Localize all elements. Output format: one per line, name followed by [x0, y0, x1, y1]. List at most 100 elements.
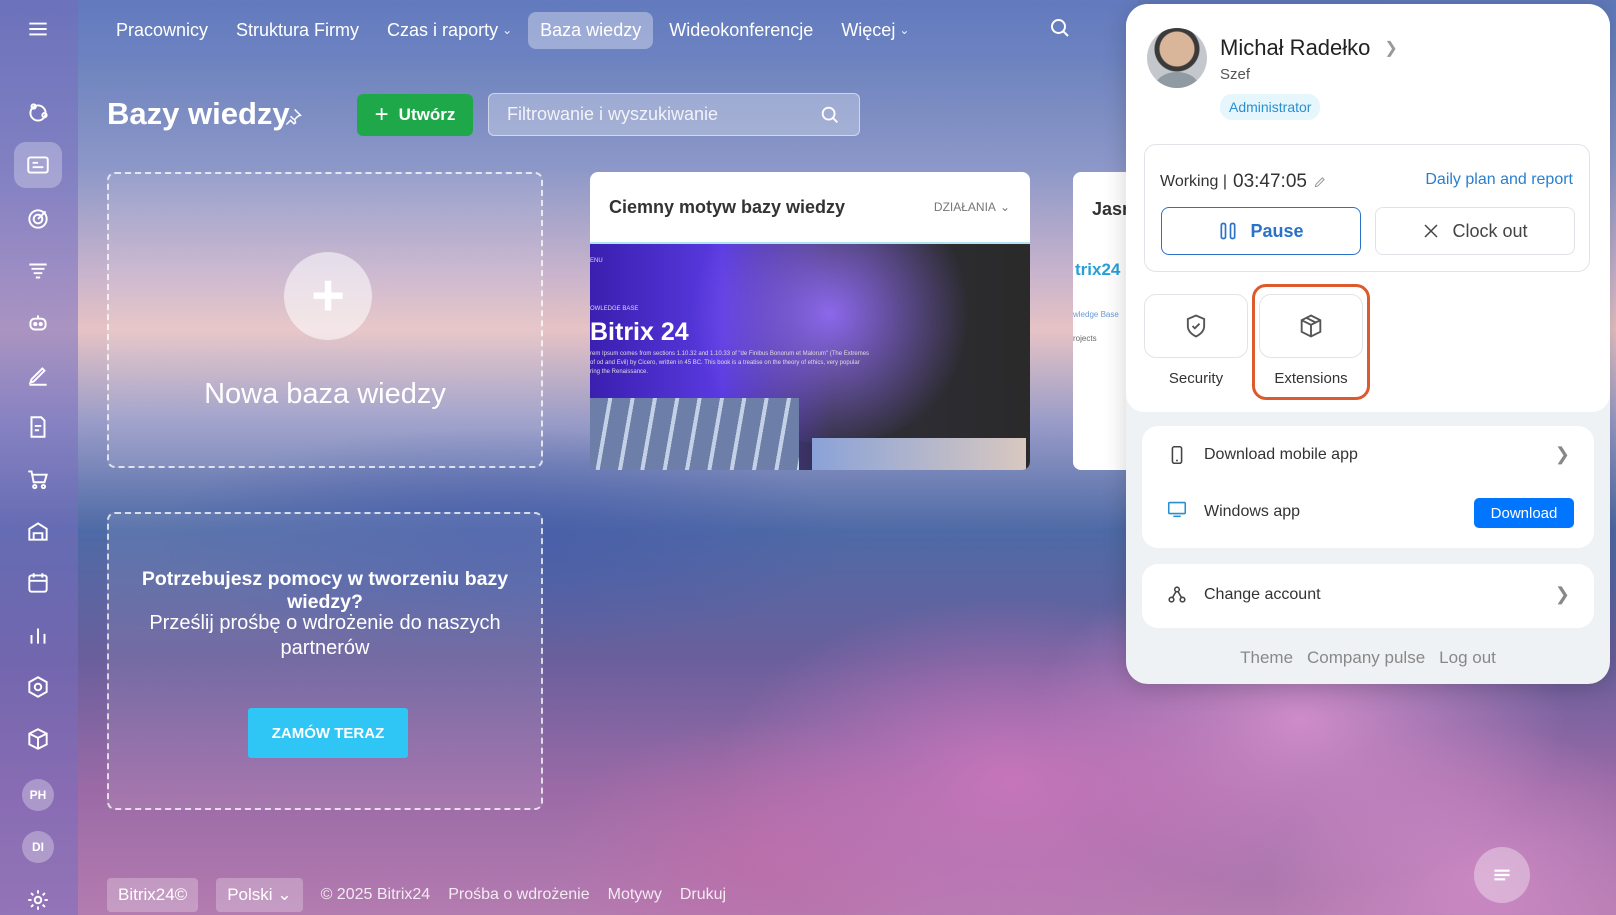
avatar[interactable]: PH — [22, 779, 54, 811]
language-label: Polski — [227, 885, 273, 904]
panel-footer-links: Theme Company pulse Log out — [1126, 648, 1610, 668]
pause-label: Pause — [1250, 220, 1304, 241]
copyright: © 2025 Bitrix24 — [320, 886, 431, 903]
new-knowledge-base-card[interactable]: + Nowa baza wiedzy — [107, 172, 543, 468]
filter-icon[interactable] — [14, 248, 62, 294]
profile-panel: Michał Radełko ❯ Szef Administrator Work… — [1126, 4, 1610, 684]
card-title: Ciemny motyw bazy wiedzy — [609, 196, 846, 217]
gear-icon[interactable] — [14, 877, 62, 915]
clock-out-button[interactable]: Clock out — [1375, 207, 1575, 255]
box-icon[interactable] — [14, 716, 62, 762]
footer-link-print[interactable]: Drukuj — [680, 886, 726, 904]
chat-icon — [1494, 869, 1510, 881]
user-name: Michał Radełko — [1220, 35, 1371, 60]
footer: Bitrix24© Polski ⌄ © 2025 Bitrix24 Prośb… — [107, 878, 726, 912]
nav-label: Wideokonferencje — [669, 19, 814, 40]
nav-item-wideokonferencje[interactable]: Wideokonferencje — [657, 12, 825, 49]
nav-item-baza-wiedzy[interactable]: Baza wiedzy — [528, 11, 654, 49]
change-account-row[interactable]: Change account ❯ — [1142, 564, 1594, 628]
help-text: Prześlij prośbę o wdrożenie do naszych p… — [149, 612, 501, 659]
plus-icon: + — [374, 101, 389, 128]
highlight-box — [1252, 284, 1370, 400]
pen-icon[interactable] — [14, 352, 62, 398]
preview-menu: ENU — [590, 258, 603, 264]
chevron-right-icon: ❯ — [1554, 584, 1570, 604]
knowledge-icon[interactable] — [14, 142, 62, 188]
nav-label: Pracownicy — [116, 19, 209, 40]
create-button-label: Utwórz — [398, 105, 456, 124]
knowledge-base-card[interactable]: Ciemny motyw bazy wiedzy DZIAŁANIA ⌄ ENU … — [590, 172, 1030, 470]
nav-item-pracownicy[interactable]: Pracownicy — [104, 12, 220, 49]
order-now-button[interactable]: ZAMÓW TERAZ — [248, 708, 408, 758]
nav-item-struktura[interactable]: Struktura Firmy — [224, 12, 371, 49]
apps-box: Download mobile app ❯ Windows app Downlo… — [1142, 426, 1594, 548]
help-heading: Potrzebujesz pomocy w tworzeniu bazy wie… — [141, 568, 509, 613]
preview-image — [590, 398, 799, 470]
calendar-icon[interactable] — [14, 560, 62, 606]
edit-icon[interactable] — [1313, 175, 1327, 189]
work-status-label: Working | — [1160, 173, 1227, 190]
pause-icon — [1220, 222, 1236, 240]
hexagon-icon[interactable] — [14, 664, 62, 710]
search-icon[interactable] — [819, 104, 841, 126]
left-sidebar: PH DI — [0, 0, 78, 915]
preview-subtitle: wledge Base — [1073, 310, 1119, 319]
security-tile[interactable]: Security — [1144, 294, 1248, 387]
clock-out-label: Clock out — [1452, 220, 1528, 241]
change-account-label: Change account — [1204, 586, 1321, 603]
footer-link-themes[interactable]: Motywy — [608, 886, 662, 904]
chart-icon[interactable] — [14, 612, 62, 658]
avatar — [1147, 28, 1207, 88]
phone-icon — [1171, 445, 1183, 465]
daily-plan-link[interactable]: Daily plan and report — [1425, 171, 1573, 189]
company-pulse-link[interactable]: Company pulse — [1307, 648, 1425, 668]
chevron-right-icon: ❯ — [1384, 40, 1398, 57]
document-icon[interactable] — [14, 404, 62, 450]
windows-app-label: Windows app — [1204, 502, 1301, 520]
work-timer: 03:47:05 — [1233, 171, 1307, 192]
plus-icon: + — [284, 252, 372, 340]
nav-label: Więcej — [841, 19, 896, 40]
cart-icon[interactable] — [14, 456, 62, 502]
preview-body: rem Ipsum comes from sections 1.10.32 an… — [590, 351, 870, 375]
language-selector[interactable]: Polski ⌄ — [216, 878, 303, 912]
log-out-link[interactable]: Log out — [1439, 648, 1496, 668]
mobile-app-label: Download mobile app — [1204, 446, 1358, 463]
card-header: Ciemny motyw bazy wiedzy DZIAŁANIA ⌄ — [590, 172, 1030, 244]
nav-label: Czas i raporty — [387, 19, 499, 40]
search-input[interactable] — [507, 104, 807, 125]
account-switch-icon — [1168, 586, 1186, 603]
menu-icon[interactable] — [14, 6, 62, 52]
target-icon[interactable] — [14, 196, 62, 242]
pin-icon[interactable] — [283, 107, 303, 132]
profile-name-link[interactable]: Michał Radełko ❯ — [1220, 35, 1398, 61]
filter-search-box[interactable] — [488, 93, 860, 136]
top-navigation: Pracownicy Struktura Firmy Czas i raport… — [78, 0, 1138, 66]
nav-item-czas[interactable]: Czas i raporty ⌄ — [375, 12, 524, 49]
search-icon[interactable] — [1048, 16, 1072, 45]
robot-icon[interactable] — [14, 300, 62, 346]
user-role: Szef — [1220, 66, 1251, 83]
actions-dropdown[interactable]: DZIAŁANIA ⌄ — [934, 200, 1010, 214]
warehouse-icon[interactable] — [14, 508, 62, 554]
preview-kicker: OWLEDGE BASE — [590, 306, 639, 312]
footer-link-implementation[interactable]: Prośba o wdrożenie — [448, 886, 589, 904]
help-card: Potrzebujesz pomocy w tworzeniu bazy wie… — [107, 512, 543, 810]
page-title: Bazy wiedzy — [107, 96, 290, 131]
monitor-icon — [1167, 501, 1187, 518]
nav-item-wiecej[interactable]: Więcej ⌄ — [829, 12, 921, 49]
preview-image — [812, 438, 1026, 470]
create-button[interactable]: + Utwórz — [357, 94, 473, 136]
theme-link[interactable]: Theme — [1240, 648, 1293, 668]
brand-badge: Bitrix24© — [107, 878, 199, 912]
pause-button[interactable]: Pause — [1161, 207, 1361, 255]
avatar[interactable]: DI — [22, 831, 54, 863]
windows-app-row: Windows app — [1166, 498, 1300, 525]
download-button[interactable]: Download — [1474, 498, 1574, 528]
work-status: Working | 03:47:05 — [1160, 171, 1327, 193]
download-mobile-app-row[interactable]: Download mobile app — [1166, 444, 1358, 466]
chat-button[interactable] — [1474, 847, 1530, 903]
work-time-box: Working | 03:47:05 Daily plan and report… — [1144, 144, 1590, 272]
tile-label: Security — [1168, 370, 1224, 387]
activity-icon[interactable] — [14, 90, 62, 136]
